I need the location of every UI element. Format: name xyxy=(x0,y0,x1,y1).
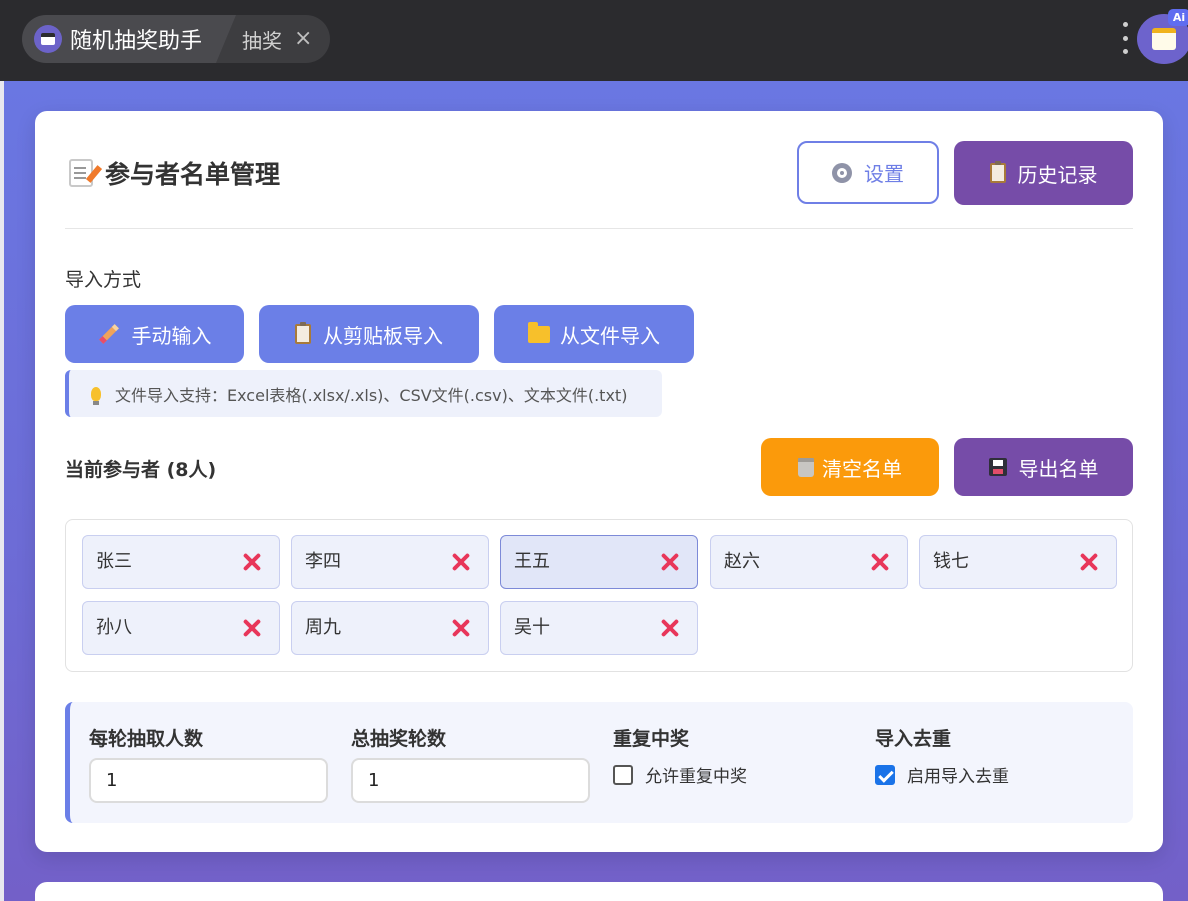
title-bar: 随机抽奖助手 抽奖 × Ai xyxy=(0,0,1188,81)
clipboard-icon xyxy=(989,161,1006,183)
floppy-disk-icon xyxy=(988,458,1007,476)
trash-icon xyxy=(798,457,814,477)
manual-input-label: 手动输入 xyxy=(131,323,212,348)
remove-icon[interactable] xyxy=(658,550,682,574)
remove-icon[interactable] xyxy=(868,550,892,574)
file-import-button[interactable]: 从文件导入 xyxy=(494,305,694,363)
remove-icon[interactable] xyxy=(1077,550,1101,574)
participant-chip[interactable]: 周九 xyxy=(291,601,489,655)
dedupe-label: 导入去重 xyxy=(875,728,952,750)
remove-icon[interactable] xyxy=(240,616,264,640)
tab-lottery[interactable]: 抽奖 × xyxy=(216,15,330,63)
participant-name: 周九 xyxy=(305,617,341,638)
folder-icon xyxy=(528,321,550,343)
remove-icon[interactable] xyxy=(658,616,682,640)
participant-chip-selected[interactable]: 王五 xyxy=(500,535,698,589)
participant-chip[interactable]: 吴十 xyxy=(500,601,698,655)
import-section-label: 导入方式 xyxy=(65,269,142,291)
lightbulb-icon xyxy=(91,386,101,405)
history-button[interactable]: 历史记录 xyxy=(954,141,1133,205)
export-list-button[interactable]: 导出名单 xyxy=(954,438,1133,496)
card-title-text: 参与者名单管理 xyxy=(105,160,281,189)
participant-chip[interactable]: 钱七 xyxy=(919,535,1117,589)
participant-name: 赵六 xyxy=(724,551,760,572)
rounds-input[interactable] xyxy=(351,758,590,803)
app-title: 随机抽奖助手 xyxy=(70,29,203,54)
gear-icon xyxy=(832,162,852,183)
per-round-label: 每轮抽取人数 xyxy=(89,728,204,750)
remove-icon[interactable] xyxy=(449,550,473,574)
manual-input-button[interactable]: 手动输入 xyxy=(65,305,244,363)
participants-count-label: 当前参与者 (8人) xyxy=(65,459,217,481)
draw-settings-panel: 每轮抽取人数 总抽奖轮数 重复中奖 允许重复中奖 导入去重 启用导入去重 xyxy=(65,702,1133,823)
next-card xyxy=(35,882,1163,901)
rounds-label: 总抽奖轮数 xyxy=(351,728,447,750)
memo-icon xyxy=(69,159,93,187)
tab-lottery-label: 抽奖 xyxy=(242,28,282,53)
clear-list-label: 清空名单 xyxy=(822,456,902,481)
settings-button-label: 设置 xyxy=(864,162,904,186)
history-button-label: 历史记录 xyxy=(1017,162,1098,187)
export-list-label: 导出名单 xyxy=(1018,456,1099,481)
dedupe-checkbox[interactable] xyxy=(875,764,895,785)
app-tab[interactable]: 随机抽奖助手 xyxy=(22,15,236,63)
clipboard-import-label: 从剪贴板导入 xyxy=(323,323,443,348)
import-tip: 文件导入支持：Excel表格(.xlsx/.xls)、CSV文件(.csv)、文… xyxy=(65,370,662,417)
participants-card: 参与者名单管理 设置 历史记录 导入方式 手动输入 从剪贴板导入 从文件导入 文… xyxy=(35,111,1163,852)
dedupe-option[interactable]: 启用导入去重 xyxy=(875,762,1009,787)
participant-name: 张三 xyxy=(96,551,132,572)
pencil-icon xyxy=(98,324,119,344)
repeat-win-option-label: 允许重复中奖 xyxy=(645,767,747,787)
more-menu-icon[interactable] xyxy=(1120,22,1130,54)
participant-name: 孙八 xyxy=(96,617,132,638)
import-tip-text: 文件导入支持：Excel表格(.xlsx/.xls)、CSV文件(.csv)、文… xyxy=(115,385,628,405)
repeat-win-label: 重复中奖 xyxy=(613,728,690,750)
dedupe-option-label: 启用导入去重 xyxy=(907,767,1009,787)
clipboard-icon xyxy=(295,322,311,344)
participant-chip[interactable]: 张三 xyxy=(82,535,280,589)
remove-icon[interactable] xyxy=(449,616,473,640)
file-import-label: 从文件导入 xyxy=(560,323,660,348)
participant-list: 张三 李四 王五 赵六 钱七 孙八 周九 吴十 xyxy=(65,519,1133,672)
participant-chip[interactable]: 孙八 xyxy=(82,601,280,655)
divider xyxy=(65,228,1133,229)
participant-name: 吴十 xyxy=(514,617,550,638)
participant-name: 李四 xyxy=(305,551,341,572)
repeat-win-option[interactable]: 允许重复中奖 xyxy=(613,762,747,787)
repeat-win-checkbox[interactable] xyxy=(613,764,633,785)
settings-button[interactable]: 设置 xyxy=(797,141,939,204)
participant-chip[interactable]: 赵六 xyxy=(710,535,908,589)
ai-badge: Ai xyxy=(1168,9,1188,26)
participant-chip[interactable]: 李四 xyxy=(291,535,489,589)
close-icon[interactable]: × xyxy=(294,28,312,50)
card-title: 参与者名单管理 xyxy=(69,155,280,191)
clear-list-button[interactable]: 清空名单 xyxy=(761,438,939,496)
participant-name: 王五 xyxy=(514,551,550,572)
per-round-input[interactable] xyxy=(89,758,328,803)
participant-name: 钱七 xyxy=(933,551,969,572)
app-logo-icon xyxy=(34,25,62,53)
clipboard-import-button[interactable]: 从剪贴板导入 xyxy=(259,305,479,363)
remove-icon[interactable] xyxy=(240,550,264,574)
